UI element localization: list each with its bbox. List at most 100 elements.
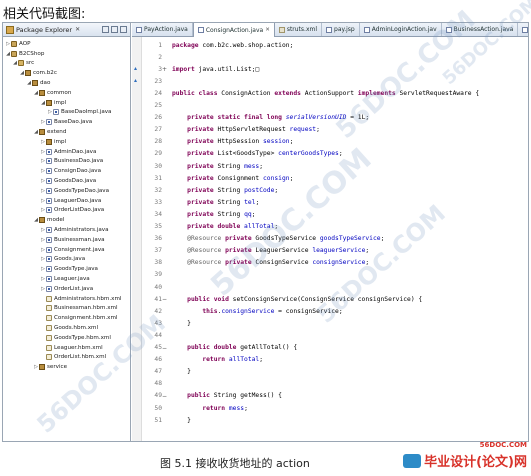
- tree-item[interactable]: ◢ src: [3, 59, 130, 69]
- code-line: 40: [144, 281, 524, 293]
- editor-tab[interactable]: PayAction.java: [132, 23, 193, 36]
- tree-item[interactable]: Businessman.hbm.xml: [3, 304, 130, 314]
- code-text: @Resource private ConsignService consign…: [172, 259, 369, 266]
- package-explorer-tab[interactable]: Package Explorer ✕: [3, 23, 130, 37]
- tree-item[interactable]: ▷ BaseDao.java: [3, 117, 130, 127]
- link-editor-icon[interactable]: [111, 26, 118, 33]
- line-number: 23: [154, 77, 162, 85]
- tree-item[interactable]: ▷ Administrators.java: [3, 225, 130, 235]
- code-token: setConsignService(ConsignService consign…: [228, 295, 423, 303]
- tree-item[interactable]: ◢ com.b2c: [3, 68, 130, 78]
- expand-fold-icon[interactable]: +: [162, 66, 167, 73]
- editor-tab[interactable]: ConsignAction.java ✕: [192, 23, 275, 37]
- warning-marker-icon[interactable]: ▴: [134, 66, 140, 72]
- line-number: 27: [154, 126, 162, 134]
- tree-item[interactable]: ◢ dao: [3, 78, 130, 88]
- tree-item[interactable]: ▷ GoodsType.java: [3, 264, 130, 274]
- code-token: import: [172, 65, 195, 73]
- code-token: ServletRequestAware {: [395, 89, 480, 97]
- editor-tab[interactable]: pay.jsp: [322, 23, 360, 36]
- tree-item[interactable]: ▷ GoodsTypeDao.java: [3, 186, 130, 196]
- editor-tab[interactable]: AdminLoginAction.jav: [360, 23, 442, 36]
- tree-item[interactable]: ▷ BaseDaoImpl.java: [3, 108, 130, 118]
- code-token: allTotal: [228, 356, 260, 364]
- tree-item[interactable]: ▷ LeaguerDao.java: [3, 196, 130, 206]
- collapse-all-icon[interactable]: [102, 26, 109, 33]
- code-text: private double allTotal;: [172, 223, 278, 230]
- tree-item[interactable]: Leaguer.hbm.xml: [3, 343, 130, 353]
- tree-item-label: Businessman.hbm.xml: [54, 305, 118, 312]
- tree-item[interactable]: ◢ extend: [3, 127, 130, 137]
- collapse-fold-icon[interactable]: −: [162, 345, 167, 352]
- tree-item[interactable]: ▷ OrderList.java: [3, 284, 130, 294]
- code-token: ;: [259, 356, 264, 364]
- editor-tab-label: pay.jsp: [334, 26, 355, 33]
- code-token: ;: [365, 247, 370, 255]
- tree-item[interactable]: GoodsType.hbm.xml: [3, 333, 130, 343]
- tree-item[interactable]: OrderList.hbm.xml: [3, 353, 130, 363]
- package-icon: [32, 80, 38, 87]
- collapse-fold-icon[interactable]: −: [162, 296, 167, 303]
- editor-tab[interactable]: struts.xml: [275, 23, 323, 36]
- ide-window: Package Explorer ✕ ▷ AOP ◢ B2CShop ◢ src ◢ com.…: [2, 22, 529, 442]
- tree-item[interactable]: ▷ Leaguer.java: [3, 274, 130, 284]
- code-token: private double: [187, 223, 241, 230]
- tree-item[interactable]: ▷ AOP: [3, 39, 130, 49]
- tree-item[interactable]: ◢ impl: [3, 98, 130, 108]
- editor-tab[interactable]: BusinessAction.java: [442, 23, 519, 36]
- tree-item[interactable]: ▷ ConsignDao.java: [3, 166, 130, 176]
- package-explorer-icon: [6, 25, 14, 34]
- tree-item-label: GoodsDao.java: [54, 178, 97, 185]
- code-token: ActionSupport: [300, 89, 358, 97]
- tree-item[interactable]: Administrators.hbm.xml: [3, 294, 130, 304]
- tree-item[interactable]: ◢ common: [3, 88, 130, 98]
- code-token: centerGoodsTypes: [278, 150, 339, 158]
- tree-item[interactable]: ◢ B2CShop: [3, 49, 130, 59]
- code-line: 46 return allTotal;: [144, 354, 524, 366]
- tree-item[interactable]: ▷ OrderListDao.java: [3, 206, 130, 216]
- collapse-fold-icon[interactable]: −: [162, 393, 167, 400]
- code-token: private: [187, 150, 214, 158]
- tree-item[interactable]: ▷ Consignment.java: [3, 245, 130, 255]
- tree-item[interactable]: ▷ Goods.java: [3, 255, 130, 265]
- close-icon[interactable]: ✕: [75, 26, 80, 33]
- tree-item[interactable]: Consignment.hbm.xml: [3, 313, 130, 323]
- code-token: List<GoodsType>: [213, 150, 279, 158]
- code-token: ;: [289, 138, 294, 146]
- view-menu-icon[interactable]: [120, 26, 127, 33]
- close-icon[interactable]: ✕: [265, 27, 270, 33]
- code-text: private Consignment consign;: [172, 175, 293, 182]
- code-line: 37 @Resource private LeaguerService leag…: [144, 245, 524, 257]
- code-token: Consignment: [213, 174, 264, 182]
- code-text: public void setConsignService(ConsignSer…: [172, 296, 422, 303]
- code-line: 23: [144, 75, 524, 87]
- tree-item[interactable]: ◢ model: [3, 215, 130, 225]
- project-icon: [11, 50, 17, 57]
- code-token: }: [172, 319, 191, 327]
- code-area[interactable]: 1 package com.b2c.web.shop.action; 2 3 impor…: [132, 37, 528, 441]
- line-number: 49: [154, 392, 162, 400]
- code-token: @Resource: [187, 247, 222, 255]
- tree-item[interactable]: ▷ AdminDao.java: [3, 147, 130, 157]
- package-icon: [46, 99, 52, 106]
- java-file-icon: [46, 285, 52, 292]
- tree-item[interactable]: ▷ BusinessDao.java: [3, 157, 130, 167]
- tree-item[interactable]: ▷ GoodsDao.java: [3, 176, 130, 186]
- tree-item[interactable]: ▷ Businessman.java: [3, 235, 130, 245]
- editor-tab[interactable]: GoodsAction.java: [518, 23, 528, 36]
- code-line: 50 return mess;: [144, 402, 524, 414]
- tree-item[interactable]: Goods.hbm.xml: [3, 323, 130, 333]
- java-file-icon: [522, 26, 528, 33]
- warning-marker-icon[interactable]: ▴: [134, 78, 140, 84]
- tree-item[interactable]: ▷ service: [3, 362, 130, 372]
- tree-item[interactable]: ▷ impl: [3, 137, 130, 147]
- line-number: 48: [154, 380, 162, 388]
- figure-caption: 图 5.1 接收收货地址的 action: [160, 457, 310, 470]
